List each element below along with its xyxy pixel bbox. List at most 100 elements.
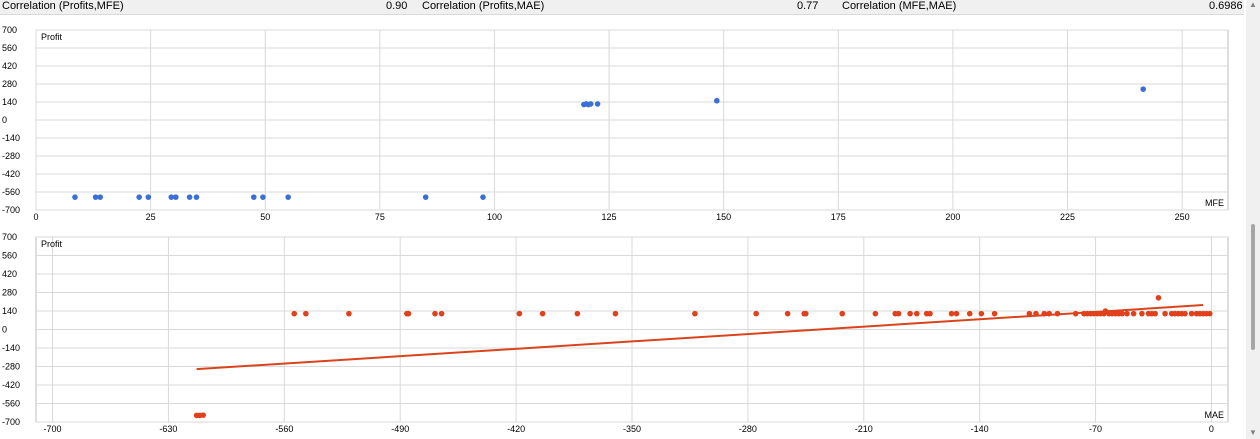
y-tick-label: 140 — [2, 97, 17, 107]
data-point — [72, 194, 78, 200]
data-point — [872, 310, 879, 317]
vertical-scrollbar[interactable]: ▲ ▼ — [1246, 0, 1260, 439]
corr-profits-mfe-value: 0.90 — [386, 0, 408, 12]
x-tick-label: -630 — [159, 424, 177, 434]
data-point — [714, 97, 720, 104]
y-tick-label: -420 — [2, 169, 20, 179]
data-point — [907, 310, 913, 317]
data-point — [1188, 310, 1195, 317]
data-point — [539, 310, 546, 317]
y-tick-label: 420 — [2, 269, 17, 279]
data-point — [438, 310, 445, 317]
data-point — [200, 412, 207, 418]
data-point — [784, 310, 791, 317]
data-point — [285, 194, 291, 200]
corr-profits-mfe-label: Correlation (Profits,MFE) — [2, 0, 124, 12]
x-tick-label: 75 — [375, 212, 385, 222]
x-tick-label: 200 — [945, 212, 960, 222]
x-tick-label: 250 — [1175, 212, 1190, 222]
y-tick-label: 140 — [2, 306, 17, 316]
y-axis-title: Profit — [41, 32, 63, 42]
data-point — [1054, 310, 1061, 317]
data-point — [991, 310, 998, 317]
y-axis-title: Profit — [41, 239, 63, 249]
y-tick-label: -280 — [2, 151, 20, 161]
y-tick-label: -140 — [2, 343, 20, 353]
data-point — [432, 310, 438, 317]
x-tick-label: -210 — [855, 424, 873, 434]
data-point — [1046, 310, 1052, 317]
data-point — [574, 310, 581, 317]
y-tick-label: 280 — [2, 79, 17, 89]
data-point — [136, 194, 142, 200]
x-tick-label: -350 — [623, 424, 641, 434]
data-point — [1072, 310, 1079, 317]
x-tick-label: 125 — [602, 212, 617, 222]
x-tick-label: -140 — [971, 424, 989, 434]
data-point — [422, 194, 429, 200]
y-tick-label: 700 — [2, 25, 17, 35]
data-point — [186, 194, 193, 200]
data-point — [948, 310, 955, 317]
data-point — [303, 310, 309, 317]
data-point — [1026, 310, 1033, 317]
data-point — [1041, 310, 1048, 317]
data-point — [1119, 310, 1125, 317]
y-tick-label: 560 — [2, 43, 17, 53]
y-tick-label: 280 — [2, 288, 17, 298]
corr-mfe-mae-value: 0.6986 — [1209, 0, 1243, 12]
x-tick-label: 175 — [831, 212, 846, 222]
y-tick-label: -280 — [2, 362, 20, 372]
scroll-down-arrow-icon[interactable]: ▼ — [1248, 428, 1258, 438]
data-point — [1155, 294, 1162, 301]
y-tick-label: 0 — [2, 115, 7, 125]
x-tick-label: -280 — [739, 424, 757, 434]
x-tick-label: 50 — [260, 212, 270, 222]
data-point — [895, 310, 902, 317]
data-point — [260, 194, 266, 200]
x-tick-label: 225 — [1060, 212, 1075, 222]
data-point — [1124, 310, 1130, 317]
data-point — [953, 310, 960, 317]
y-tick-label: 0 — [2, 325, 7, 335]
y-tick-label: -700 — [2, 417, 20, 427]
x-tick-label: -700 — [44, 424, 62, 434]
data-point — [594, 101, 601, 107]
x-tick-label: -70 — [1089, 424, 1102, 434]
data-point — [97, 194, 103, 200]
data-point — [1140, 86, 1146, 92]
corr-profits-mae-label: Correlation (Profits,MAE) — [422, 0, 545, 12]
x-tick-label: -490 — [391, 424, 409, 434]
y-tick-label: -560 — [2, 187, 20, 197]
data-point — [1162, 310, 1168, 317]
data-point — [692, 310, 698, 317]
data-point — [405, 310, 412, 317]
data-point — [346, 310, 352, 317]
data-point — [587, 101, 594, 107]
corr-profits-mae-value: 0.77 — [797, 0, 819, 12]
data-point — [145, 194, 152, 200]
scroll-thumb[interactable] — [1251, 224, 1255, 350]
data-point — [516, 310, 523, 317]
data-point — [839, 310, 846, 317]
data-point — [803, 310, 809, 317]
y-tick-label: 420 — [2, 61, 17, 71]
scroll-up-arrow-icon[interactable]: ▲ — [1248, 0, 1258, 10]
data-point — [1033, 310, 1039, 317]
x-tick-label: 150 — [716, 212, 731, 222]
y-tick-label: -560 — [2, 399, 20, 409]
corr-mfe-mae-label: Correlation (MFE,MAE) — [842, 0, 957, 12]
y-tick-label: 560 — [2, 251, 17, 261]
data-point — [193, 194, 200, 200]
x-axis-title: MAE — [1204, 410, 1224, 420]
y-tick-label: -420 — [2, 380, 20, 390]
x-tick-label: 0 — [1209, 424, 1214, 434]
x-axis-title: MFE — [1205, 198, 1224, 208]
data-point — [291, 310, 298, 317]
profit-vs-mae-scatter: 7005604202801400-140-280-420-560-700-700… — [2, 232, 1229, 434]
x-tick-label: -420 — [507, 424, 525, 434]
correlation-summary-bar: Correlation (Profits,MFE) 0.90 Correlati… — [0, 0, 1244, 15]
data-point — [1139, 310, 1145, 317]
data-point — [966, 310, 973, 317]
data-point — [913, 310, 920, 317]
